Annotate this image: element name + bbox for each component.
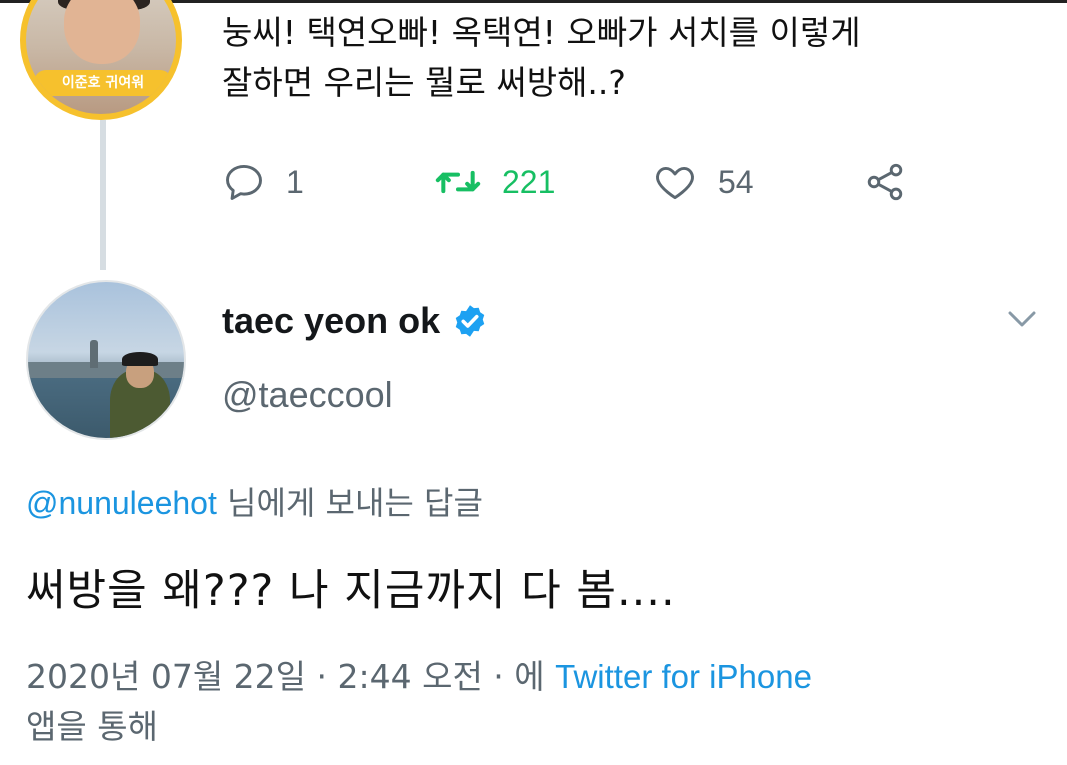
- author-handle[interactable]: @taeccool: [222, 374, 393, 416]
- replying-to-line: @nunuleehot 님에게 보내는 답글: [26, 478, 483, 524]
- author-display-name[interactable]: taec yeon ok: [222, 300, 440, 342]
- parent-avatar[interactable]: 이준호 귀여워: [20, 0, 182, 120]
- source-suffix: 앱을 통해: [26, 707, 158, 746]
- retweet-button[interactable]: 221: [434, 160, 555, 204]
- avatar-badge-text: 이준호 귀여워: [34, 70, 172, 96]
- share-icon: [867, 163, 903, 201]
- replying-to-mention[interactable]: @nunuleehot: [26, 485, 217, 521]
- source-link[interactable]: Twitter for iPhone: [555, 658, 812, 695]
- like-button[interactable]: 54: [652, 160, 754, 204]
- tweet-meta: 2020년 07월 22일 · 2:44 오전 · 에 Twitter for …: [26, 652, 1056, 752]
- parent-tweet-text: 눙씨! 택연오빠! 옥택연! 오빠가 서치를 이렇게 잘하면 우리는 뭘로 써방…: [222, 13, 861, 102]
- reply-icon: [226, 164, 262, 200]
- verified-badge-icon: [455, 305, 485, 337]
- reply-count: 1: [286, 163, 304, 200]
- thread-connector: [100, 120, 106, 270]
- chevron-down-icon[interactable]: [1002, 304, 1042, 334]
- like-icon: [656, 166, 694, 200]
- reply-tweet-text: 써방을 왜??? 나 지금까지 다 봄....: [26, 566, 676, 616]
- retweet-count: 221: [502, 163, 556, 200]
- reply-author-avatar[interactable]: [26, 280, 186, 440]
- retweet-icon: [435, 170, 481, 194]
- share-button[interactable]: [862, 160, 908, 204]
- author-name-row: taec yeon ok: [222, 300, 488, 342]
- replying-to-suffix: 님에게 보내는 답글: [216, 484, 483, 522]
- like-count: 54: [718, 163, 754, 200]
- reply-button[interactable]: 1: [222, 160, 304, 204]
- timestamp[interactable]: 2020년 07월 22일 · 2:44 오전 · 에: [26, 657, 555, 696]
